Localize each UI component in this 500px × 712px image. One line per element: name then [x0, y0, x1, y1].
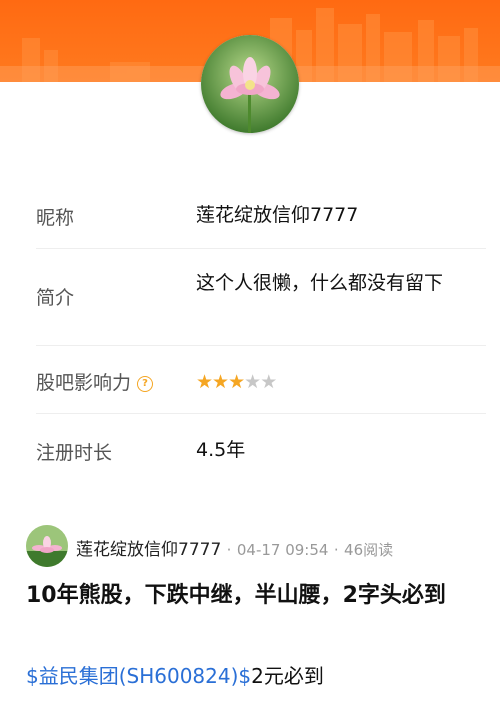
profile-page: 昵称 莲花绽放信仰7777 简介 这个人很懒，什么都没有留下 股吧影响力? ★★… — [0, 0, 500, 712]
post-time: 04-17 09:54 — [236, 541, 329, 559]
bio-label: 简介 — [36, 287, 75, 309]
star-empty-icon: ★ — [260, 371, 277, 393]
star-filled-icon: ★ — [196, 371, 213, 393]
star-empty-icon: ★ — [244, 371, 261, 393]
influence-row: 股吧影响力? ★★★★★ — [36, 346, 486, 414]
influence-label: 股吧影响力 — [36, 372, 132, 394]
post-author-avatar[interactable] — [26, 525, 68, 567]
help-icon[interactable]: ? — [137, 376, 154, 392]
register-value: 4.5年 — [196, 439, 246, 461]
bio-row: 简介 这个人很懒，什么都没有留下 — [36, 249, 486, 346]
post-read-count: 46阅读 — [344, 541, 394, 559]
influence-stars: ★★★★★ — [196, 369, 481, 395]
post-author-name[interactable]: 莲花绽放信仰7777 — [76, 540, 221, 560]
nickname-label: 昵称 — [36, 207, 75, 229]
register-row: 注册时长 4.5年 — [36, 414, 486, 482]
user-avatar[interactable] — [201, 35, 299, 133]
meta-separator: · — [226, 541, 232, 559]
nickname-value: 莲花绽放信仰7777 — [196, 204, 359, 226]
post-meta: 莲花绽放信仰7777 · 04-17 09:54 · 46阅读 — [76, 535, 393, 560]
lotus-avatar-image — [201, 35, 299, 133]
star-filled-icon: ★ — [228, 371, 245, 393]
stock-link[interactable]: $益民集团(SH600824)$ — [26, 664, 251, 688]
post-body-text: 2元必到 — [251, 664, 324, 688]
post-title[interactable]: 10年熊股，下跌中继，半山腰，2字头必到 — [26, 578, 486, 614]
nickname-row: 昵称 莲花绽放信仰7777 — [36, 180, 486, 249]
post-body[interactable]: $益民集团(SH600824)$2元必到 — [26, 660, 324, 689]
lotus-avatar-small-image — [26, 525, 68, 567]
meta-separator: · — [333, 541, 339, 559]
bio-value: 这个人很懒，什么都没有留下 — [196, 272, 444, 294]
influence-label-group: 股吧影响力? — [36, 368, 154, 395]
register-label: 注册时长 — [36, 442, 113, 464]
star-filled-icon: ★ — [212, 371, 229, 393]
profile-info-list: 昵称 莲花绽放信仰7777 简介 这个人很懒，什么都没有留下 股吧影响力? ★★… — [36, 180, 486, 482]
